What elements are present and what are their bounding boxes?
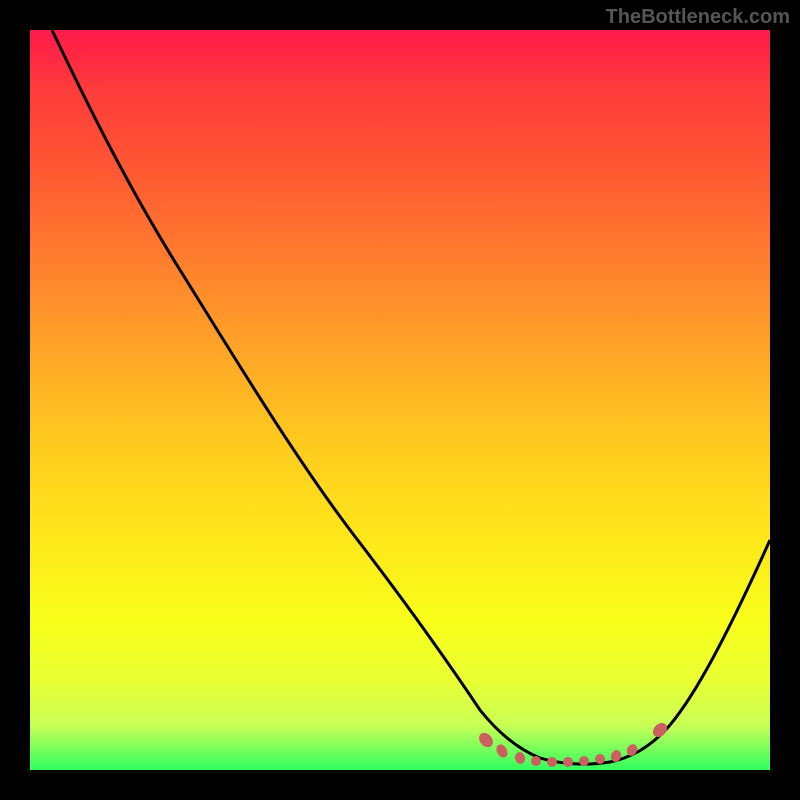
optimal-zone-markers: [476, 720, 670, 767]
chart-container: TheBottleneck.com: [0, 0, 800, 800]
watermark-text: TheBottleneck.com: [606, 6, 790, 29]
bottleneck-curve: [52, 30, 770, 764]
curve-overlay: [30, 30, 770, 770]
